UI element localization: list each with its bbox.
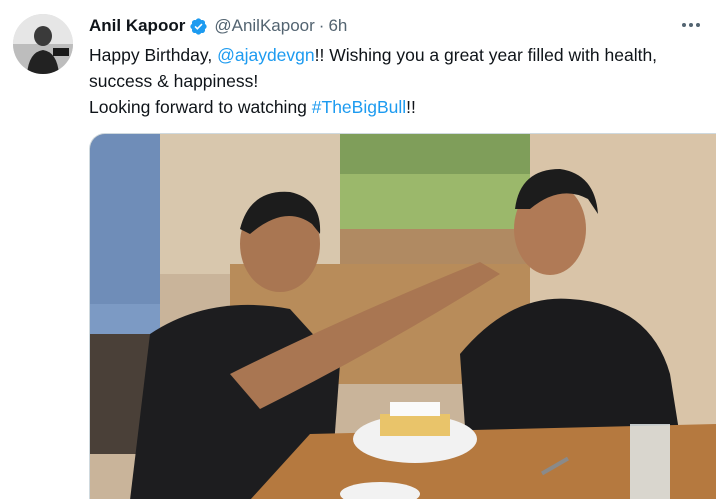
text-segment: Happy Birthday,: [89, 45, 218, 65]
avatar-image: [13, 14, 73, 74]
hashtag-link[interactable]: #TheBigBull: [312, 97, 406, 117]
photo-illustration: [90, 134, 716, 499]
tweet-text-line-2: success & happiness!: [89, 71, 259, 91]
tweet-text-line-1: Happy Birthday, @ajaydevgn!! Wishing you…: [89, 42, 709, 68]
tweet-text-line-3: Looking forward to watching #TheBigBull!…: [89, 94, 709, 120]
tweet-header: Anil Kapoor @AnilKapoor · 6h: [89, 14, 347, 38]
verified-badge-icon: [189, 17, 208, 36]
more-options-icon[interactable]: [673, 12, 709, 38]
text-segment: Looking forward to watching: [89, 97, 312, 117]
author-handle[interactable]: @AnilKapoor: [214, 16, 314, 36]
tweet-photo[interactable]: [89, 133, 716, 499]
tweet-text: Happy Birthday, @ajaydevgn!! Wishing you…: [89, 42, 709, 120]
author-name[interactable]: Anil Kapoor: [89, 16, 185, 36]
text-segment: !!: [406, 97, 416, 117]
text-segment: !! Wishing you a great year filled with …: [314, 45, 658, 65]
tweet-timestamp[interactable]: 6h: [328, 16, 347, 36]
mention-link[interactable]: @ajaydevgn: [217, 45, 315, 65]
header-separator: ·: [318, 16, 325, 35]
avatar[interactable]: [13, 14, 73, 74]
